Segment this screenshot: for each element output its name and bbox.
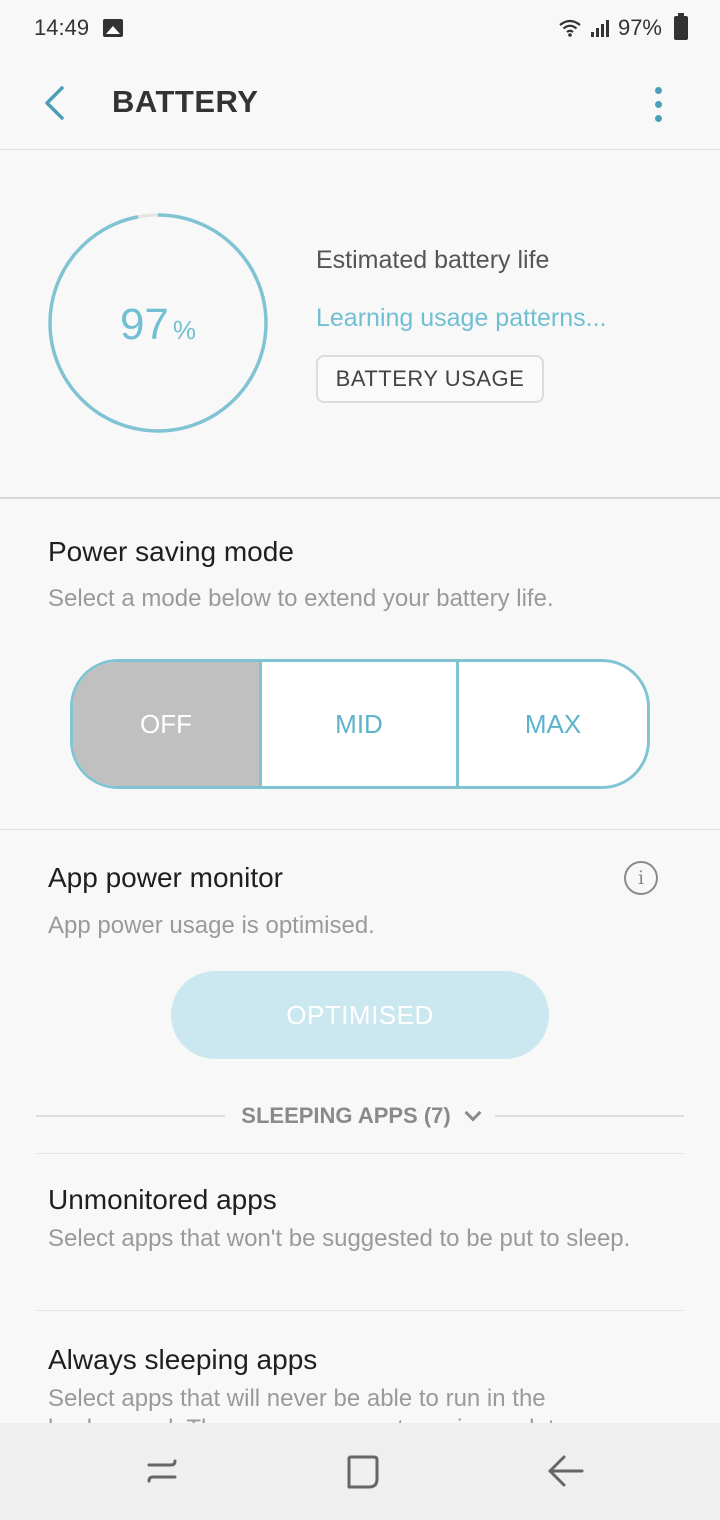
mode-off-button[interactable]: OFF <box>73 662 262 786</box>
status-time: 14:49 <box>34 15 90 40</box>
mode-max-button[interactable]: MAX <box>459 662 647 786</box>
app-power-monitor-subtitle: App power usage is optimised. <box>48 912 375 939</box>
signal-icon <box>590 20 609 37</box>
unmonitored-apps-item[interactable]: Unmonitored apps Select apps that won't … <box>48 1184 668 1254</box>
power-saving-subtitle: Select a mode below to extend your batte… <box>48 585 554 612</box>
battery-icon <box>674 13 688 40</box>
app-bar: BATTERY <box>0 56 720 150</box>
list-item-title: Always sleeping apps <box>48 1344 318 1375</box>
more-options-button[interactable] <box>636 80 680 128</box>
chevron-down-icon <box>464 1104 482 1122</box>
mode-mid-button[interactable]: MID <box>262 662 459 786</box>
info-icon: i <box>637 867 645 889</box>
sleeping-divider-right <box>494 1115 685 1117</box>
info-button[interactable]: i <box>624 861 658 895</box>
power-mode-selector: OFF MID MAX <box>70 659 650 789</box>
power-saving-divider <box>0 829 720 830</box>
nav-back-button[interactable] <box>540 1449 590 1495</box>
list-item-subtitle: Select apps that won't be suggested to b… <box>48 1225 631 1252</box>
home-icon <box>347 1455 379 1489</box>
battery-level-ring: 97% <box>48 212 268 434</box>
battery-percentage: 97% <box>617 15 662 40</box>
estimated-battery-life-label: Estimated battery life <box>316 246 550 274</box>
gallery-icon <box>103 19 124 37</box>
list-divider <box>36 1153 684 1154</box>
recents-button[interactable] <box>137 1449 187 1495</box>
sleeping-apps-toggle[interactable]: SLEEPING APPS (7) <box>225 1103 494 1129</box>
summary-divider <box>0 497 720 499</box>
home-button[interactable] <box>338 1449 388 1495</box>
battery-usage-button[interactable]: BATTERY USAGE <box>316 355 544 403</box>
navigation-bar <box>0 1423 720 1520</box>
wifi-icon <box>559 19 581 37</box>
back-button[interactable] <box>34 82 78 126</box>
recents-icon <box>147 1459 177 1483</box>
battery-percent-display: 97% <box>48 300 268 350</box>
app-power-monitor-title: App power monitor <box>48 862 284 893</box>
always-sleeping-apps-item[interactable]: Always sleeping apps Select apps that wi… <box>48 1344 668 1423</box>
learning-usage-text: Learning usage patterns... <box>316 304 607 332</box>
power-saving-title: Power saving mode <box>48 536 294 567</box>
sleeping-apps-row: SLEEPING APPS (7) <box>36 1096 685 1136</box>
back-arrow-icon <box>45 86 64 120</box>
page-title: BATTERY <box>112 84 259 119</box>
optimised-button[interactable]: OPTIMISED <box>171 971 549 1059</box>
more-vertical-icon <box>654 86 662 94</box>
list-divider <box>36 1310 684 1311</box>
battery-percent-value: 97 <box>119 300 169 349</box>
list-item-title: Unmonitored apps <box>48 1184 277 1215</box>
back-icon <box>548 1455 584 1487</box>
header-divider <box>0 149 720 150</box>
status-bar: 14:49 97% <box>0 0 720 56</box>
list-item-subtitle: Select apps that will never be able to r… <box>48 1385 608 1423</box>
sleeping-apps-label: SLEEPING APPS (7) <box>241 1103 451 1128</box>
sleeping-divider-left <box>36 1115 226 1117</box>
battery-percent-unit: % <box>172 315 197 345</box>
